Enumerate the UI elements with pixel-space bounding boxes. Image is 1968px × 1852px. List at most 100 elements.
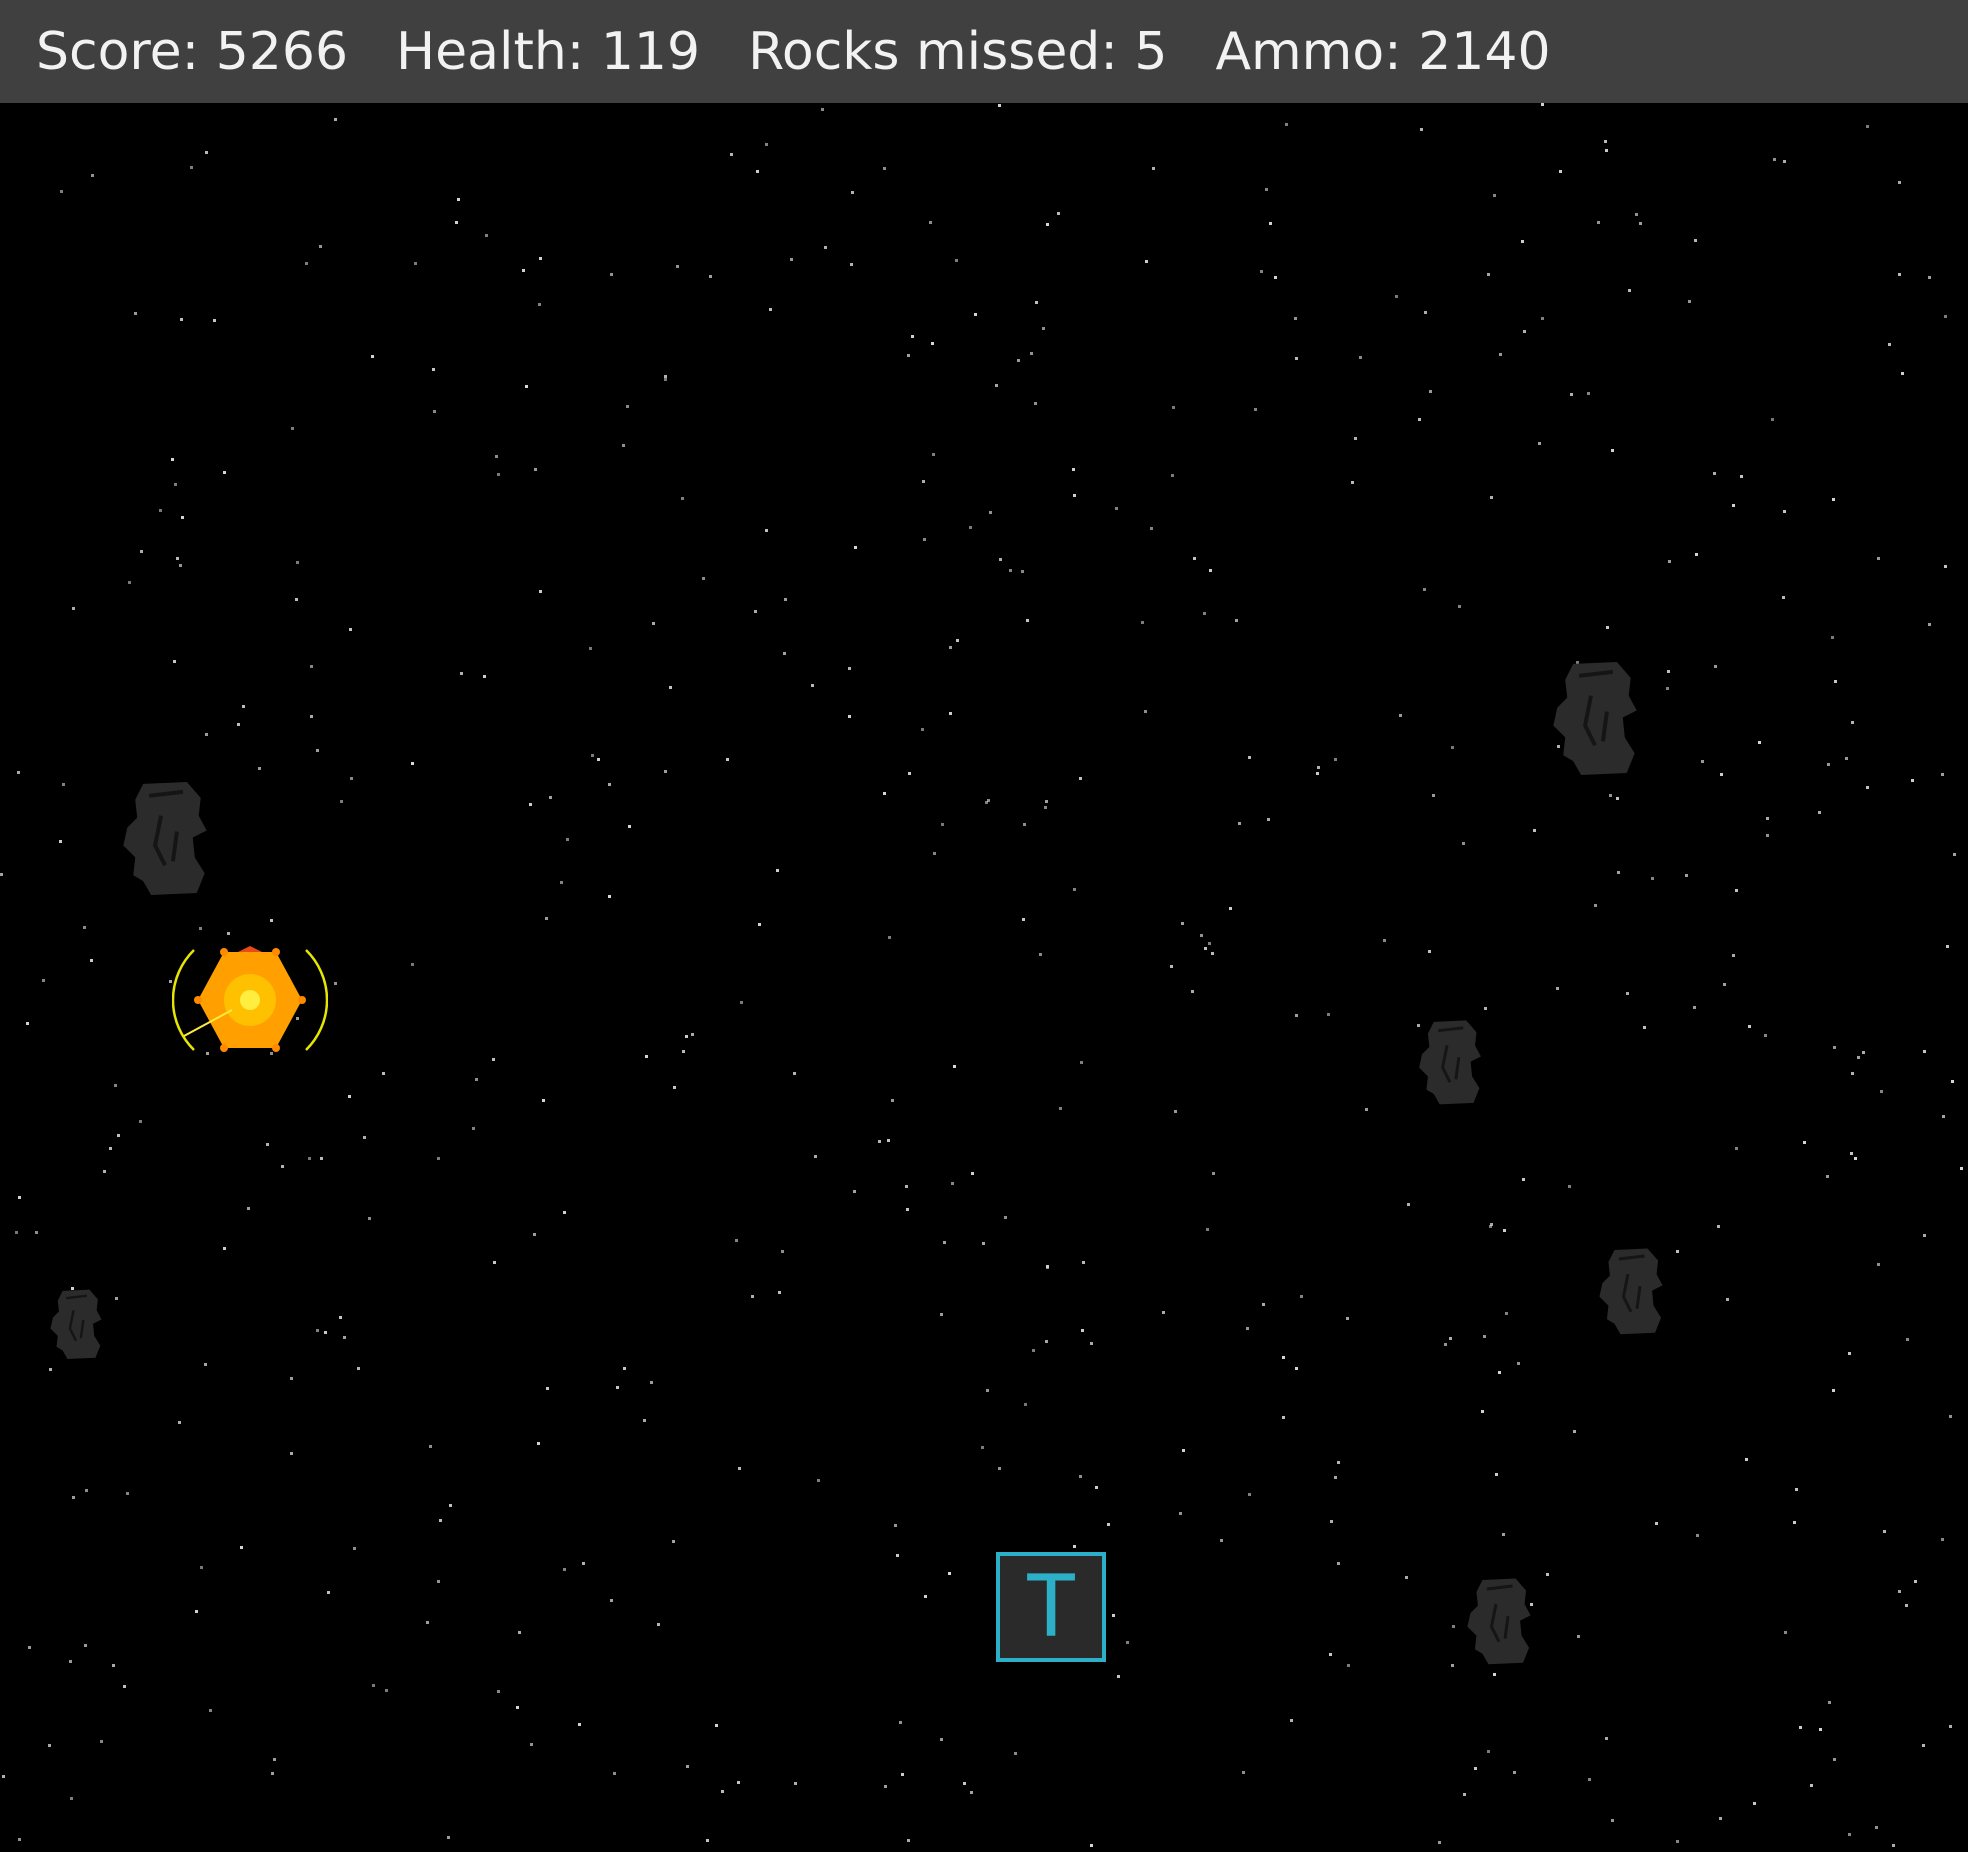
star — [340, 800, 343, 803]
star — [1541, 103, 1544, 106]
game-canvas[interactable]: T Score: 5266 Health: 119 Rocks missed: … — [0, 0, 1968, 1852]
star — [998, 1467, 1001, 1470]
star — [924, 1595, 927, 1598]
star — [1828, 1701, 1831, 1704]
star — [1117, 1675, 1120, 1678]
star — [1783, 160, 1786, 163]
star — [114, 1084, 117, 1087]
star — [1941, 1538, 1944, 1541]
star — [1696, 1534, 1699, 1537]
star — [907, 354, 910, 357]
star — [1848, 1352, 1851, 1355]
star — [1588, 1778, 1591, 1781]
star — [1880, 1090, 1883, 1093]
star — [1171, 474, 1174, 477]
star — [664, 378, 667, 381]
star — [1057, 212, 1060, 215]
star — [537, 1442, 540, 1445]
star — [650, 1381, 653, 1384]
star — [319, 245, 322, 248]
star — [1242, 1771, 1245, 1774]
star — [1039, 953, 1042, 956]
star — [472, 1127, 475, 1130]
star — [18, 1196, 21, 1199]
star — [982, 1242, 985, 1245]
star — [1949, 1415, 1952, 1418]
star — [295, 598, 298, 601]
star — [173, 660, 176, 663]
star — [1024, 1403, 1027, 1406]
star — [1095, 1486, 1098, 1489]
powerup-icon[interactable]: T — [996, 1552, 1106, 1662]
star — [1685, 874, 1688, 877]
star — [433, 410, 436, 413]
star — [1327, 1013, 1330, 1016]
ammo-label: Ammo: 2140 — [1215, 21, 1551, 82]
star — [1695, 553, 1698, 556]
star — [1432, 794, 1435, 797]
star — [824, 246, 827, 249]
star — [1316, 772, 1319, 775]
star — [1004, 1216, 1007, 1219]
star — [140, 550, 143, 553]
star — [1862, 1051, 1865, 1054]
star — [1265, 188, 1268, 191]
star — [1953, 853, 1956, 856]
star — [943, 1241, 946, 1244]
star — [26, 1022, 29, 1025]
star — [1191, 990, 1194, 993]
star — [350, 777, 353, 780]
star — [1740, 475, 1743, 478]
star — [578, 1723, 581, 1726]
star — [971, 1172, 974, 1175]
star — [426, 1621, 429, 1624]
star — [1030, 352, 1033, 355]
star — [1495, 1473, 1498, 1476]
star — [1174, 1110, 1177, 1113]
star — [1073, 888, 1076, 891]
star — [1726, 1298, 1729, 1301]
star — [669, 686, 672, 689]
star — [951, 1182, 954, 1185]
star — [437, 1580, 440, 1583]
star — [103, 1170, 106, 1173]
star — [851, 191, 854, 194]
star — [1875, 1826, 1878, 1829]
star — [1833, 1046, 1836, 1049]
ship-icon[interactable] — [172, 944, 328, 1056]
moai-rock-icon — [123, 781, 207, 896]
star — [981, 1446, 984, 1449]
star — [781, 1250, 784, 1253]
star — [195, 1610, 198, 1613]
star — [60, 190, 63, 193]
star — [1090, 1844, 1093, 1847]
star — [69, 1660, 72, 1663]
star — [778, 1291, 781, 1294]
star — [382, 1072, 385, 1075]
star — [1748, 1025, 1751, 1028]
star — [1295, 1367, 1298, 1370]
star — [460, 672, 463, 675]
star — [1405, 1576, 1408, 1579]
star — [1810, 1784, 1813, 1787]
star — [1079, 1475, 1082, 1478]
star — [894, 1524, 897, 1527]
star — [85, 1489, 88, 1492]
star — [563, 1568, 566, 1571]
star — [533, 1233, 536, 1236]
star — [1428, 950, 1431, 953]
star — [1928, 623, 1931, 626]
star — [783, 652, 786, 655]
star — [546, 1387, 549, 1390]
star — [1538, 442, 1541, 445]
star — [204, 1363, 207, 1366]
star — [891, 1099, 894, 1102]
star — [1017, 359, 1020, 362]
star — [357, 1367, 360, 1370]
score-label: Score: 5266 — [36, 21, 349, 82]
star — [1334, 758, 1337, 761]
star — [1667, 670, 1670, 673]
star — [1832, 498, 1835, 501]
star — [1260, 270, 1263, 273]
star — [1046, 223, 1049, 226]
